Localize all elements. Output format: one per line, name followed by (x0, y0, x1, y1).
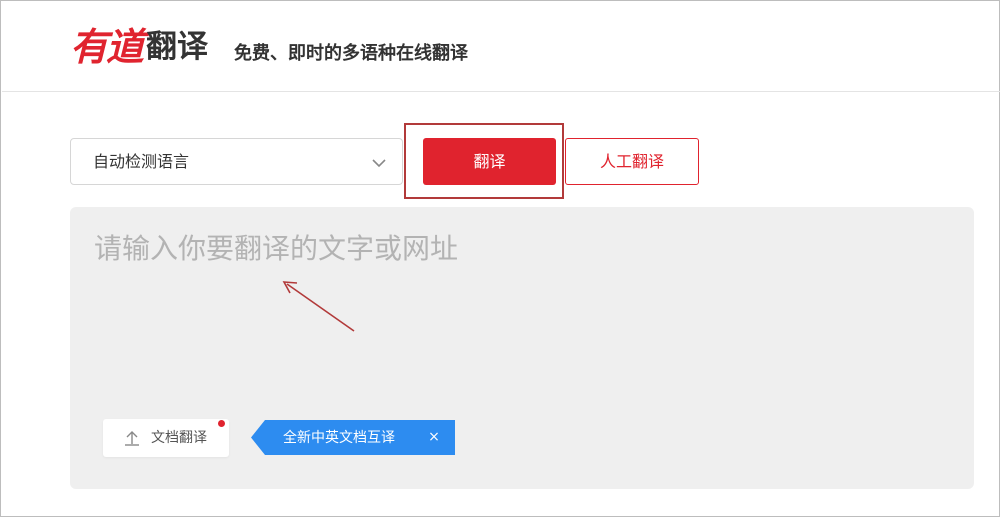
logo-brand[interactable]: 有道 (70, 24, 144, 70)
logo-product[interactable]: 翻译 (146, 24, 208, 70)
translate-button[interactable]: 翻译 (423, 138, 556, 185)
new-badge-dot (217, 419, 226, 428)
page-frame: 有道 翻译 免费、即时的多语种在线翻译 自动检测语言 翻译 人工翻译 文档翻译 … (0, 0, 1000, 517)
language-select-label: 自动检测语言 (93, 152, 190, 171)
language-select[interactable]: 自动检测语言 (70, 138, 403, 185)
header: 有道 翻译 免费、即时的多语种在线翻译 (2, 2, 1000, 92)
header-slogan: 免费、即时的多语种在线翻译 (234, 43, 468, 64)
promo-tag[interactable]: 全新中英文档互译 × (251, 420, 455, 455)
document-translate-label: 文档翻译 (151, 430, 207, 446)
close-icon[interactable]: × (423, 426, 445, 448)
document-translate-button[interactable]: 文档翻译 (103, 419, 229, 457)
human-translate-button[interactable]: 人工翻译 (565, 138, 699, 185)
chevron-down-icon (372, 159, 386, 168)
promo-tag-label: 全新中英文档互译 (283, 430, 395, 446)
upload-icon (125, 431, 139, 446)
